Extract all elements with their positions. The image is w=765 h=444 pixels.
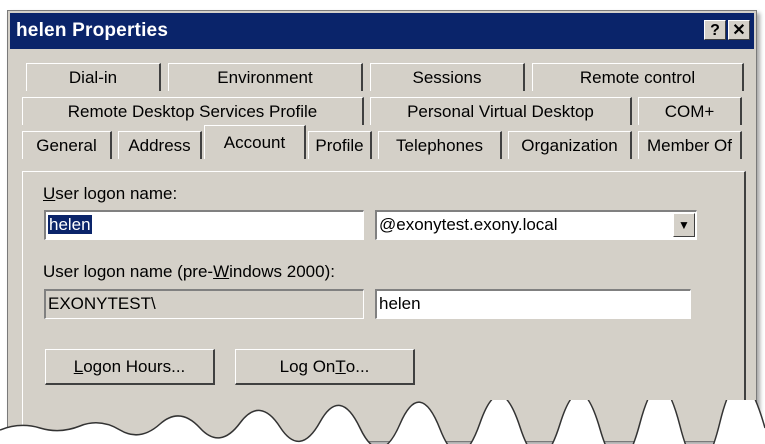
close-button[interactable]: ✕ bbox=[728, 20, 750, 40]
pre2000-label: User logon name (pre-Windows 2000): bbox=[43, 262, 335, 281]
tab-telephones[interactable]: Telephones bbox=[378, 131, 502, 159]
tab-member-of[interactable]: Member Of bbox=[638, 131, 742, 159]
upn-suffix-value: @exonytest.exony.local bbox=[379, 215, 558, 234]
log-on-to-button[interactable]: Log On To... bbox=[235, 349, 415, 385]
help-button[interactable]: ? bbox=[704, 20, 726, 40]
tab-profile[interactable]: Profile bbox=[308, 131, 372, 159]
tab-account[interactable]: Account bbox=[204, 125, 306, 159]
upn-suffix-select[interactable]: @exonytest.exony.local ▼ bbox=[375, 210, 697, 240]
tab-personal-virtual-desktop[interactable]: Personal Virtual Desktop bbox=[370, 97, 632, 125]
pre2000-name-input[interactable]: helen bbox=[375, 289, 691, 319]
user-logon-name-input[interactable]: helen bbox=[44, 210, 364, 240]
tab-dial-in[interactable]: Dial-in bbox=[26, 63, 161, 91]
tab-environment[interactable]: Environment bbox=[168, 63, 363, 91]
tab-com-plus[interactable]: COM+ bbox=[638, 97, 742, 125]
title-bar[interactable]: helen Properties ? ✕ bbox=[10, 13, 754, 49]
tab-remote-control[interactable]: Remote control bbox=[532, 63, 744, 91]
tab-general[interactable]: General bbox=[22, 131, 112, 159]
logon-hours-button[interactable]: Logon Hours... bbox=[45, 349, 215, 385]
chevron-down-icon[interactable]: ▼ bbox=[673, 213, 695, 237]
user-logon-name-label: User logon name: bbox=[43, 184, 178, 203]
tab-remote-desktop-services-profile[interactable]: Remote Desktop Services Profile bbox=[22, 97, 364, 125]
window-title: helen Properties bbox=[16, 20, 169, 41]
pre2000-domain-field: EXONYTEST\ bbox=[44, 289, 364, 319]
tab-sessions[interactable]: Sessions bbox=[370, 63, 525, 91]
properties-dialog: helen Properties ? ✕ Dial-in Environment… bbox=[7, 10, 757, 442]
torn-edge bbox=[0, 400, 765, 444]
tab-organization[interactable]: Organization bbox=[508, 131, 632, 159]
selected-text: helen bbox=[48, 215, 92, 234]
tab-address[interactable]: Address bbox=[118, 131, 202, 159]
